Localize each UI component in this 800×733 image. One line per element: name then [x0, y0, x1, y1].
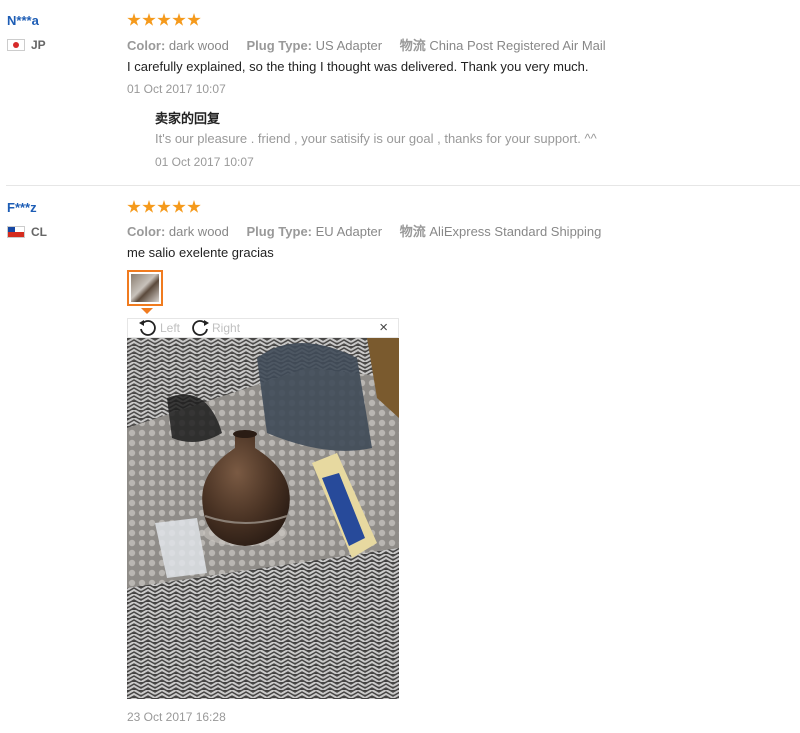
star-icon: [142, 13, 156, 26]
star-rating: [127, 13, 201, 27]
attr-shipping-value: AliExpress Standard Shipping: [429, 224, 602, 239]
reviewer-country: JP: [7, 38, 46, 52]
rotate-right-icon: [192, 320, 210, 336]
star-icon: [157, 200, 171, 213]
attr-color-value: dark wood: [168, 38, 229, 53]
japan-flag-icon: [7, 39, 25, 51]
rotate-left-label: Left: [160, 321, 181, 335]
attr-color-label: Color:: [127, 38, 166, 53]
star-icon: [127, 13, 141, 26]
star-icon: [142, 200, 156, 213]
rotate-left-icon: [139, 320, 156, 336]
review-date: 23 Oct 2017 16:28: [127, 710, 226, 724]
star-icon: [127, 200, 141, 213]
star-icon: [172, 13, 186, 26]
country-code: JP: [31, 38, 46, 52]
product-attributes: Color: dark wood Plug Type: EU Adapter 物…: [127, 221, 615, 240]
attr-shipping-label: 物流: [399, 38, 426, 53]
chile-flag-icon: [7, 226, 25, 238]
product-attributes: Color: dark wood Plug Type: US Adapter 物…: [127, 35, 620, 54]
star-icon: [187, 13, 201, 26]
thumbnail-image: [131, 274, 159, 302]
attr-plug-value: EU Adapter: [315, 224, 383, 239]
country-code: CL: [31, 225, 47, 239]
review-comment: I carefully explained, so the thing I th…: [127, 59, 589, 74]
attr-plug-label: Plug Type:: [246, 224, 312, 239]
seller-reply-title: 卖家的回复: [155, 111, 221, 126]
star-icon: [157, 13, 171, 26]
attr-color-value: dark wood: [168, 224, 229, 239]
attr-color-label: Color:: [127, 224, 166, 239]
close-icon[interactable]: ×: [379, 320, 388, 336]
thumbnail-pointer: [141, 308, 153, 314]
product-photo-image: [127, 338, 399, 699]
attr-shipping-value: China Post Registered Air Mail: [429, 38, 606, 53]
seller-reply-date: 01 Oct 2017 10:07: [155, 155, 254, 169]
image-viewer-toolbar: Left Right ×: [127, 318, 399, 338]
review-photo-large: [127, 338, 399, 699]
reviewer-name[interactable]: N***a: [7, 13, 39, 28]
star-icon: [172, 200, 186, 213]
review-item: N***a JP Color: dark wood Plug Type: US …: [0, 0, 800, 186]
review-photo-thumbnail[interactable]: [127, 270, 163, 306]
review-date: 01 Oct 2017 10:07: [127, 82, 226, 96]
attr-plug-value: US Adapter: [315, 38, 383, 53]
seller-reply-text: It's our pleasure . friend , your satisi…: [155, 131, 597, 146]
reviewer-name[interactable]: F***z: [7, 200, 37, 215]
star-icon: [187, 200, 201, 213]
rotate-right-button[interactable]: Right: [190, 319, 240, 337]
rotate-left-button[interactable]: Left: [138, 319, 180, 337]
attr-plug-label: Plug Type:: [246, 38, 312, 53]
star-rating: [127, 200, 201, 214]
attr-shipping-label: 物流: [399, 224, 426, 239]
rotate-right-label: Right: [212, 321, 241, 335]
review-item: F***z CL Color: dark wood Plug Type: EU …: [0, 186, 800, 733]
reviewer-country: CL: [7, 225, 47, 239]
review-comment: me salio exelente gracias: [127, 245, 274, 260]
